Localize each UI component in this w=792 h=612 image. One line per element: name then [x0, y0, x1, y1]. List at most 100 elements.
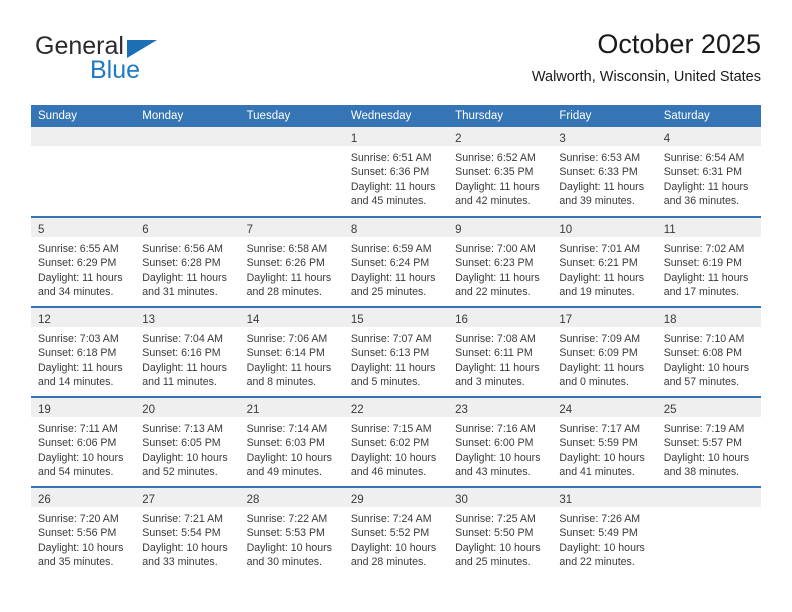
day-cell-29[interactable]: 29 Sunrise: 7:24 AM Sunset: 5:52 PM Dayligh…	[343, 486, 449, 577]
daylight-text-line1: Daylight: 11 hours	[38, 361, 123, 374]
sunset-text: Sunset: 5:59 PM	[559, 437, 638, 450]
sunrise-text: Sunrise: 6:52 AM	[455, 152, 536, 164]
day-cell-16[interactable]: 16 Sunrise: 7:08 AM Sunset: 6:11 PM Dayligh…	[448, 306, 553, 397]
sunrise-text: Sunrise: 6:53 AM	[559, 152, 641, 164]
day-number-band: 20	[135, 398, 240, 417]
day-number-band: 28	[239, 488, 344, 507]
day-number: 24	[559, 404, 573, 416]
day-cell-5[interactable]: 5 Sunrise: 6:55 AM Sunset: 6:29 PM Daylight…	[31, 216, 136, 307]
day-number-band: 23	[448, 398, 553, 417]
day-cell-4[interactable]: 4 Sunrise: 6:54 AM Sunset: 6:31 PM Daylight…	[656, 127, 761, 217]
day-cell-18[interactable]: 18 Sunrise: 7:10 AM Sunset: 6:08 PM Dayligh…	[656, 306, 761, 397]
calendar-grid: Sunday Monday Tuesday Wednesday Thursday Frid…	[31, 105, 761, 577]
sunrise-text: Sunrise: 6:51 AM	[350, 152, 432, 164]
sunrise-text: Sunrise: 7:06 AM	[246, 333, 328, 345]
day-cell-body: Sunrise: 7:16 AM Sunset: 6:00 PM Daylight:…	[448, 417, 552, 480]
day-cell-9[interactable]: 9 Sunrise: 7:00 AM Sunset: 6:23 PM Daylight…	[448, 216, 553, 307]
day-cell-17[interactable]: 17 Sunrise: 7:09 AM Sunset: 6:09 PM Dayligh…	[552, 306, 657, 397]
sunset-text: Sunset: 6:21 PM	[559, 257, 638, 270]
day-number: 15	[350, 314, 364, 326]
sunset-text: Sunset: 6:08 PM	[663, 347, 743, 360]
day-cell-6[interactable]: 6 Sunrise: 6:56 AM Sunset: 6:28 PM Daylight…	[135, 216, 240, 307]
day-number-band: 27	[135, 488, 240, 507]
sunrise-text: Sunrise: 6:56 AM	[142, 243, 223, 255]
daylight-text-line1: Daylight: 11 hours	[559, 271, 645, 284]
sunset-text: Sunset: 5:49 PM	[559, 527, 638, 540]
day-cell-31[interactable]: 31 Sunrise: 7:26 AM Sunset: 5:49 PM Dayligh…	[552, 486, 657, 577]
day-number: 16	[455, 314, 468, 326]
day-cell-15[interactable]: 15 Sunrise: 7:07 AM Sunset: 6:13 PM Dayligh…	[343, 306, 449, 397]
sunrise-text: Sunrise: 6:55 AM	[38, 243, 119, 255]
sunset-text: Sunset: 6:02 PM	[350, 437, 430, 450]
page-subtitle: Walworth, Wisconsin, United States	[531, 69, 761, 85]
daylight-text-line1: Daylight: 10 hours	[38, 451, 124, 464]
day-cell-7[interactable]: 7 Sunrise: 6:58 AM Sunset: 6:26 PM Daylight…	[239, 216, 344, 307]
daylight-text-line1: Daylight: 11 hours	[350, 361, 436, 374]
day-cell-body: Sunrise: 6:52 AM Sunset: 6:35 PM Daylight:…	[448, 146, 552, 209]
daylight-text-line2: and 0 minutes.	[559, 376, 629, 389]
day-number-band: 9	[448, 218, 553, 237]
day-cell-19[interactable]: 19 Sunrise: 7:11 AM Sunset: 6:06 PM Dayligh…	[31, 396, 136, 487]
daylight-text-line1: Daylight: 11 hours	[559, 361, 645, 374]
daylight-text-line1: Daylight: 11 hours	[246, 271, 332, 284]
daylight-text-line2: and 30 minutes.	[246, 556, 322, 569]
daylight-text-line2: and 43 minutes.	[455, 466, 531, 479]
day-cell-21[interactable]: 21 Sunrise: 7:14 AM Sunset: 6:03 PM Dayligh…	[239, 396, 344, 487]
day-number-band: 4	[656, 127, 761, 146]
day-cell-11[interactable]: 11 Sunrise: 7:02 AM Sunset: 6:19 PM Dayligh…	[656, 216, 761, 307]
day-cell-8[interactable]: 8 Sunrise: 6:59 AM Sunset: 6:24 PM Daylight…	[343, 216, 449, 307]
day-number-band: 17	[552, 308, 657, 327]
day-cell-25[interactable]: 25 Sunrise: 7:19 AM Sunset: 5:57 PM Dayligh…	[656, 396, 761, 487]
day-cell-body: Sunrise: 6:56 AM Sunset: 6:28 PM Daylight:…	[135, 237, 239, 300]
day-number: 27	[142, 494, 156, 506]
sunset-text: Sunset: 5:52 PM	[350, 527, 430, 540]
day-cell-26[interactable]: 26 Sunrise: 7:20 AM Sunset: 5:56 PM Dayligh…	[31, 486, 136, 577]
day-cell-30[interactable]: 30 Sunrise: 7:25 AM Sunset: 5:50 PM Dayligh…	[448, 486, 553, 577]
calendar-page: General Blue October 2025 Walworth, Wisc…	[0, 0, 792, 612]
day-cell-12[interactable]: 12 Sunrise: 7:03 AM Sunset: 6:18 PM Dayligh…	[31, 306, 136, 397]
daylight-text-line2: and 28 minutes.	[350, 556, 427, 569]
day-cell-27[interactable]: 27 Sunrise: 7:21 AM Sunset: 5:54 PM Dayligh…	[135, 486, 240, 577]
day-cell-2[interactable]: 2 Sunrise: 6:52 AM Sunset: 6:35 PM Daylight…	[448, 127, 553, 217]
sunrise-text: Sunrise: 7:15 AM	[350, 423, 432, 435]
day-cell-body: Sunrise: 7:24 AM Sunset: 5:52 PM Daylight:…	[344, 507, 448, 570]
daylight-text-line1: Daylight: 10 hours	[559, 451, 645, 464]
day-cell-13[interactable]: 13 Sunrise: 7:04 AM Sunset: 6:16 PM Dayligh…	[135, 306, 240, 397]
day-cell-22[interactable]: 22 Sunrise: 7:15 AM Sunset: 6:02 PM Dayligh…	[343, 396, 449, 487]
page-header: General Blue October 2025 Walworth, Wisc…	[31, 28, 761, 96]
sunset-text: Sunset: 6:05 PM	[142, 437, 221, 450]
day-number-band: 1	[343, 127, 449, 146]
sunset-text: Sunset: 5:56 PM	[38, 527, 117, 540]
daylight-text-line1: Daylight: 11 hours	[350, 271, 436, 284]
day-number-band: 19	[31, 398, 136, 417]
sunset-text: Sunset: 6:13 PM	[350, 347, 430, 360]
day-cell-10[interactable]: 10 Sunrise: 7:01 AM Sunset: 6:21 PM Dayligh…	[552, 216, 657, 307]
day-number-band: 5	[31, 218, 136, 237]
day-cell-28[interactable]: 28 Sunrise: 7:22 AM Sunset: 5:53 PM Dayligh…	[239, 486, 344, 577]
day-cell-body: Sunrise: 6:58 AM Sunset: 6:26 PM Daylight:…	[240, 237, 344, 300]
day-cell-20[interactable]: 20 Sunrise: 7:13 AM Sunset: 6:05 PM Dayligh…	[135, 396, 240, 487]
day-cell-body: Sunrise: 7:10 AM Sunset: 6:08 PM Daylight:…	[657, 327, 761, 390]
sunset-text: Sunset: 6:35 PM	[455, 166, 534, 179]
sunset-text: Sunset: 6:23 PM	[455, 257, 534, 270]
sunrise-text: Sunrise: 7:08 AM	[455, 333, 536, 345]
daylight-text-line2: and 41 minutes.	[559, 466, 635, 479]
sunrise-text: Sunrise: 7:03 AM	[38, 333, 119, 345]
day-cell-23[interactable]: 23 Sunrise: 7:16 AM Sunset: 6:00 PM Dayligh…	[448, 396, 553, 487]
day-cell-14[interactable]: 14 Sunrise: 7:06 AM Sunset: 6:14 PM Dayligh…	[239, 306, 344, 397]
daylight-text-line2: and 54 minutes.	[38, 466, 114, 479]
daylight-text-line1: Daylight: 11 hours	[455, 271, 540, 284]
sunset-text: Sunset: 6:03 PM	[246, 437, 325, 450]
daylight-text-line1: Daylight: 11 hours	[455, 361, 540, 374]
day-cell-1[interactable]: 1 Sunrise: 6:51 AM Sunset: 6:36 PM Daylight…	[343, 127, 449, 217]
day-cell-24[interactable]: 24 Sunrise: 7:17 AM Sunset: 5:59 PM Dayligh…	[552, 396, 657, 487]
daylight-text-line1: Daylight: 11 hours	[350, 180, 436, 193]
sunset-text: Sunset: 6:19 PM	[663, 257, 743, 270]
daylight-text-line1: Daylight: 10 hours	[455, 451, 541, 464]
weekday-header-wednesday: Wednesday	[343, 105, 449, 127]
day-number: 5	[38, 224, 45, 236]
day-cell-3[interactable]: 3 Sunrise: 6:53 AM Sunset: 6:33 PM Daylight…	[552, 127, 657, 217]
sunrise-text: Sunrise: 6:54 AM	[663, 152, 745, 164]
sunrise-text: Sunrise: 7:16 AM	[455, 423, 536, 435]
day-number-band: 18	[656, 308, 761, 327]
